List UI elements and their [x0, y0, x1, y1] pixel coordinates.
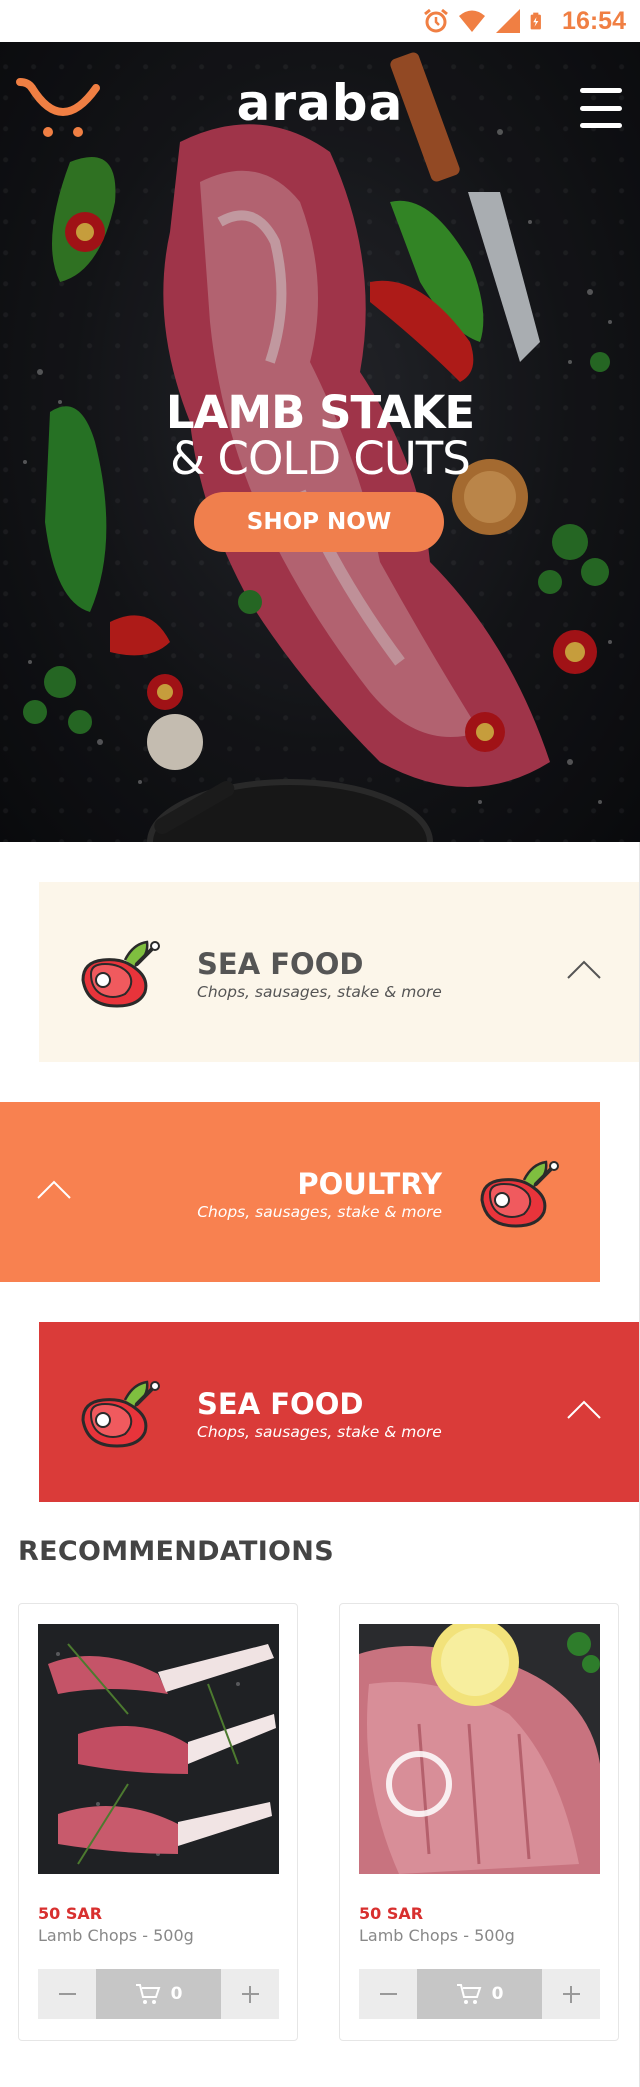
increase-quantity-button[interactable]: [221, 1969, 279, 2019]
meat-steak-icon: [81, 940, 160, 1008]
status-icons: 16:54: [422, 6, 626, 36]
hero-title: LAMB STAKE & COLD CUTS: [0, 390, 640, 482]
increase-quantity-button[interactable]: [542, 1969, 600, 2019]
cart-icon: [135, 1984, 160, 2004]
meat-steak-icon: [81, 1380, 160, 1448]
brand-name: araba: [236, 74, 404, 132]
chevron-up-icon[interactable]: [36, 1176, 72, 1202]
add-to-cart-button[interactable]: 0: [96, 1969, 221, 2019]
category-card-sea-food-2[interactable]: SEA FOOD Chops, sausages, stake & more: [39, 1322, 640, 1502]
category-subtitle: Chops, sausages, stake & more: [197, 1203, 442, 1221]
decrease-quantity-button[interactable]: [38, 1969, 96, 2019]
category-text: POULTRY Chops, sausages, stake & more: [197, 1168, 442, 1222]
category-card-poultry[interactable]: POULTRY Chops, sausages, stake & more: [0, 1102, 600, 1282]
shop-now-button[interactable]: SHOP NOW: [194, 492, 444, 552]
product-price: 50 SAR: [359, 1904, 424, 1923]
category-name: POULTRY: [297, 1167, 442, 1201]
status-bar: 16:54: [0, 0, 640, 42]
category-text: SEA FOOD Chops, sausages, stake & more: [197, 948, 442, 1002]
product-card[interactable]: 50 SAR Lamb Chops - 500g 0: [339, 1603, 619, 2041]
product-name: Lamb Chops - 500g: [38, 1926, 194, 1945]
quantity-value: 0: [170, 1984, 183, 2004]
chevron-up-icon[interactable]: [566, 1396, 602, 1422]
decrease-quantity-button[interactable]: [359, 1969, 417, 2019]
battery-charging-icon: [530, 12, 541, 30]
product-image: [38, 1624, 279, 1874]
category-card-sea-food[interactable]: SEA FOOD Chops, sausages, stake & more: [39, 882, 640, 1062]
wifi-icon: [459, 10, 486, 32]
category-name: SEA FOOD: [197, 947, 364, 981]
hero-title-line2: & COLD CUTS: [170, 432, 471, 485]
menu-line: [580, 105, 622, 111]
quantity-stepper: 0: [359, 1969, 600, 2019]
menu-line: [580, 88, 622, 93]
status-time: 16:54: [562, 6, 626, 35]
recommendations-title: RECOMMENDATIONS: [18, 1536, 334, 1567]
cart-icon: [456, 1984, 481, 2004]
category-subtitle: Chops, sausages, stake & more: [197, 983, 442, 1001]
product-card[interactable]: 50 SAR Lamb Chops - 500g 0: [18, 1603, 298, 2041]
category-text: SEA FOOD Chops, sausages, stake & more: [197, 1388, 442, 1442]
quantity-stepper: 0: [38, 1969, 279, 2019]
product-price: 50 SAR: [38, 1904, 103, 1923]
alarm-icon: [424, 8, 448, 33]
category-name: SEA FOOD: [197, 1387, 364, 1421]
hero-banner: araba LAMB STAKE & COLD CUTS SHOP NOW: [0, 42, 640, 842]
hero-title-line1: LAMB STAKE: [165, 386, 475, 439]
hamburger-menu-icon[interactable]: [580, 88, 622, 128]
menu-line: [580, 123, 622, 128]
product-image: [359, 1624, 600, 1874]
add-to-cart-button[interactable]: 0: [417, 1969, 542, 2019]
chevron-up-icon[interactable]: [566, 956, 602, 982]
meat-steak-icon: [480, 1160, 559, 1228]
category-subtitle: Chops, sausages, stake & more: [197, 1423, 442, 1441]
product-name: Lamb Chops - 500g: [359, 1926, 515, 1945]
cell-signal-icon: [496, 9, 521, 33]
quantity-value: 0: [491, 1984, 504, 2004]
